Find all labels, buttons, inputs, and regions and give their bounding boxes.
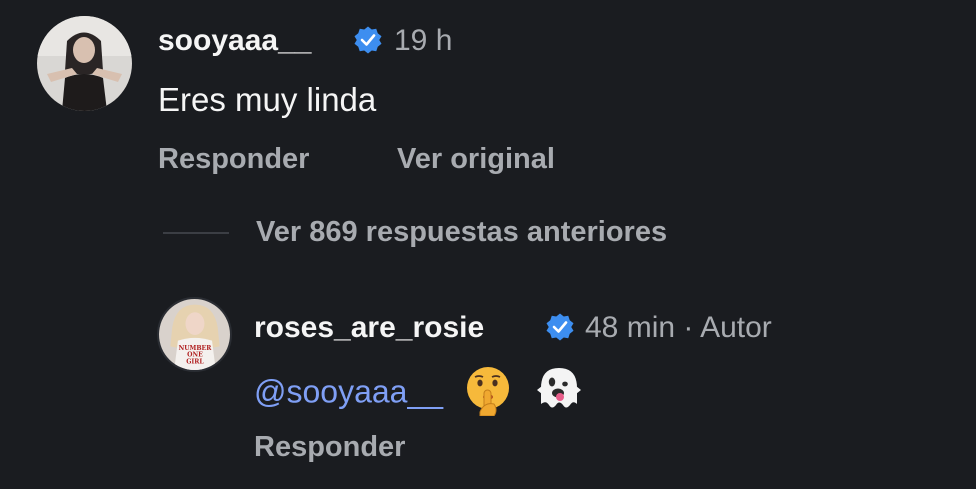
avatar[interactable] — [37, 16, 132, 111]
reply-button[interactable]: Responder — [158, 145, 309, 174]
see-original-button[interactable]: Ver original — [397, 145, 555, 174]
reply-username[interactable]: roses_are_rosie — [254, 313, 484, 343]
reply-timestamp: 48 min — [585, 311, 676, 344]
comment-username[interactable]: sooyaaa__ — [158, 26, 311, 56]
author-label: Autor — [700, 311, 772, 344]
verified-badge-icon — [546, 313, 574, 341]
replies-divider — [163, 232, 229, 234]
reply-meta: 48 min · Autor — [585, 313, 772, 343]
verified-badge-icon — [354, 26, 382, 54]
view-previous-replies-button[interactable]: Ver 869 respuestas anteriores — [256, 218, 667, 247]
shushing-face-emoji — [466, 367, 509, 416]
mention-link[interactable]: @sooyaaa__ — [254, 373, 443, 409]
shirt-text-line-3: GIRL — [186, 358, 204, 365]
reply-reply-button[interactable]: Responder — [254, 433, 405, 462]
meta-separator: · — [683, 311, 694, 344]
comment-text: Eres muy linda — [158, 81, 377, 118]
reply-text: @sooyaaa__ — [254, 367, 587, 418]
ghost-emoji — [536, 368, 581, 408]
reply-avatar-image: NUMBER ONE GIRL — [159, 299, 230, 370]
avatar-image — [37, 16, 132, 111]
comment-timestamp: 19 h — [394, 24, 453, 57]
reply-avatar[interactable]: NUMBER ONE GIRL — [157, 297, 232, 372]
